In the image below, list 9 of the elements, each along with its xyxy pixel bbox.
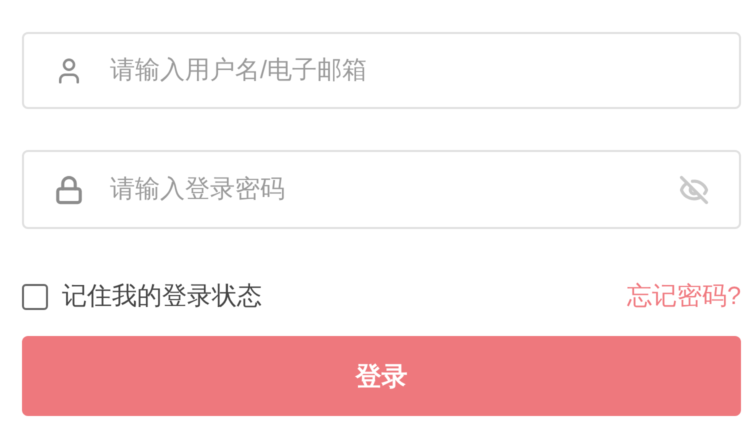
login-button[interactable]: 登录 [22, 336, 741, 416]
remember-checkbox[interactable] [22, 284, 48, 310]
username-input[interactable]: 请输入用户名/电子邮箱 [110, 52, 709, 90]
remember-label: 记住我的登录状态 [62, 281, 262, 312]
forgot-password-link[interactable]: 忘记密码? [627, 278, 741, 316]
password-field[interactable]: 请输入登录密码 [22, 150, 741, 229]
lock-icon [54, 174, 84, 204]
password-input[interactable]: 请输入登录密码 [110, 170, 653, 208]
username-field[interactable]: 请输入用户名/电子邮箱 [22, 32, 741, 109]
